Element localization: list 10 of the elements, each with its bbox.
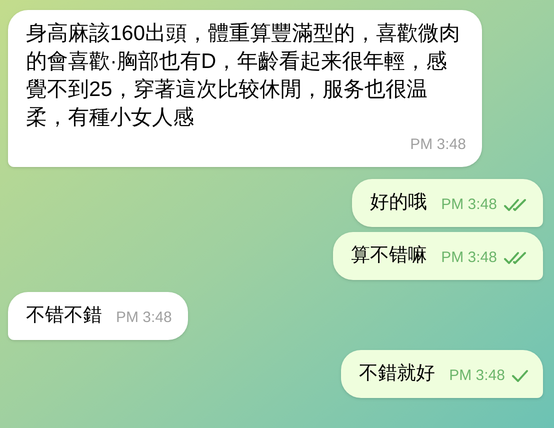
message-text: 身高麻該160出頭，體重算豐滿型的，喜歡微肉的會喜歡·胸部也有D，年齡看起来很年輕，感覺不到25，穿著這次比较休閒，服务也很温柔，有種小女人感 <box>26 21 462 131</box>
message-text: 算不错嘛 <box>351 244 428 268</box>
message-time: PM 3:48 <box>116 308 172 328</box>
message-time: PM 3:48 <box>410 135 466 155</box>
message-text: 好的哦 <box>370 190 428 214</box>
message-text: 不錯就好 <box>359 362 436 386</box>
message-time: PM 3:48 <box>441 195 497 215</box>
message-text: 不错不錯 <box>26 304 102 328</box>
message-time: PM 3:48 <box>449 366 505 386</box>
message-time: PM 3:48 <box>441 248 497 268</box>
